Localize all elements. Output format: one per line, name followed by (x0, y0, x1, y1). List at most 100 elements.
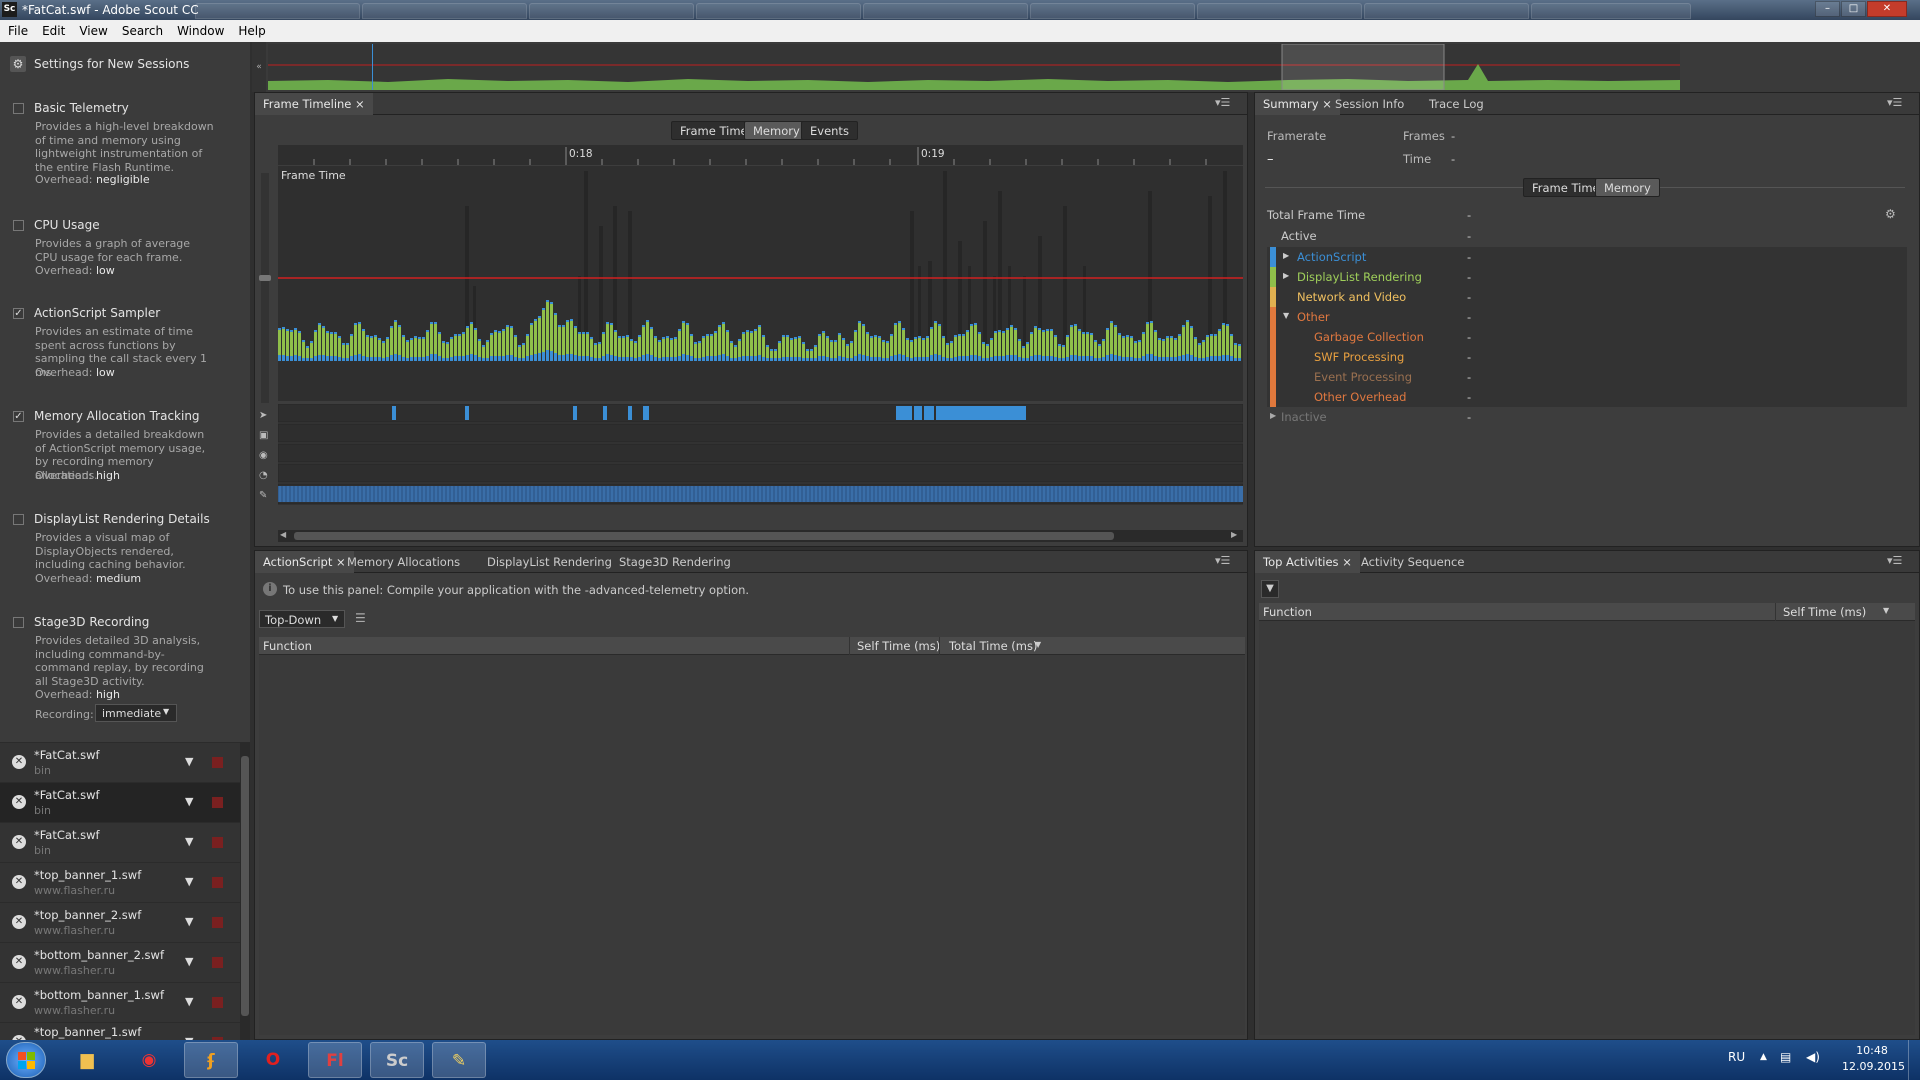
expand-arrow-icon[interactable]: ▶ (1270, 411, 1276, 420)
summary-row-swf-processing[interactable]: SWF Processing - (1267, 347, 1907, 367)
summary-row-event-processing[interactable]: Event Processing - (1267, 367, 1907, 387)
filter-icon[interactable]: ▼ (185, 875, 193, 888)
opera-icon[interactable]: O (246, 1042, 300, 1078)
session-item-selected[interactable]: ✕ *FatCat.swf bin ▼ (0, 782, 240, 822)
close-session-icon[interactable]: ✕ (12, 755, 26, 769)
zoom-slider-handle[interactable] (259, 275, 271, 281)
scout-icon[interactable]: Sc (370, 1042, 424, 1078)
close-button[interactable]: ✕ (1867, 1, 1907, 17)
tab-memory-allocations[interactable]: Memory Allocations (339, 551, 468, 573)
background-browser-tab[interactable] (1531, 3, 1691, 19)
record-indicator-icon[interactable] (212, 917, 223, 928)
volume-icon[interactable]: ◀) (1806, 1050, 1820, 1064)
menu-help[interactable]: Help (230, 20, 271, 38)
menu-view[interactable]: View (71, 20, 113, 38)
language-indicator[interactable]: RU (1728, 1050, 1745, 1064)
filter-icon[interactable]: ▼ (185, 955, 193, 968)
flash-professional-icon[interactable]: Fl (308, 1042, 362, 1078)
close-session-icon[interactable]: ✕ (12, 875, 26, 889)
mode-memory[interactable]: Memory (744, 121, 809, 140)
summary-mode-memory[interactable]: Memory (1595, 178, 1660, 197)
paint-icon[interactable]: ✎ (432, 1042, 486, 1078)
session-overview[interactable]: « (252, 42, 1920, 92)
tab-displaylist-rendering[interactable]: DisplayList Rendering (479, 551, 620, 573)
displaylist-rendering-checkbox[interactable] (13, 514, 24, 525)
background-browser-tab[interactable] (1030, 3, 1195, 19)
summary-row-network[interactable]: Network and Video - (1267, 287, 1907, 307)
stage3d-recording-checkbox[interactable] (13, 617, 24, 628)
close-session-icon[interactable]: ✕ (12, 835, 26, 849)
close-tab-icon[interactable]: × (1342, 555, 1352, 569)
scrollbar-thumb[interactable] (294, 532, 1114, 540)
sort-desc-icon[interactable]: ▼ (1035, 640, 1041, 649)
settings-header[interactable]: ⚙ Settings for New Sessions (0, 52, 250, 74)
show-desktop-button[interactable] (1908, 1040, 1920, 1080)
record-indicator-icon[interactable] (212, 797, 223, 808)
tab-session-info[interactable]: Session Info (1327, 93, 1412, 115)
summary-row-garbage-collection[interactable]: Garbage Collection - (1267, 327, 1907, 347)
session-item[interactable]: ✕ *FatCat.swf bin ▼ (0, 822, 240, 862)
flash-builder-icon[interactable]: ʄ (184, 1042, 238, 1078)
close-session-icon[interactable]: ✕ (12, 995, 26, 1009)
session-item[interactable]: ✕ *bottom_banner_2.swf www.flasher.ru ▼ (0, 942, 240, 982)
event-lanes[interactable] (278, 404, 1243, 506)
summary-row-other-overhead[interactable]: Other Overhead - (1267, 387, 1907, 407)
menu-window[interactable]: Window (169, 20, 230, 38)
mode-events[interactable]: Events (801, 121, 858, 140)
basic-telemetry-checkbox[interactable] (13, 103, 24, 114)
actionscript-sampler-checkbox[interactable]: ✓ (13, 308, 24, 319)
background-browser-tab[interactable] (1364, 3, 1529, 19)
filter-icon[interactable]: ▼ (185, 835, 193, 848)
summary-row-actionscript[interactable]: ▶ ActionScript - (1267, 247, 1907, 267)
explorer-icon[interactable]: ▆ (60, 1042, 114, 1078)
cpu-usage-checkbox[interactable] (13, 220, 24, 231)
filter-icon[interactable]: ▼ (185, 795, 193, 808)
background-browser-tab[interactable] (1197, 3, 1362, 19)
background-browser-tab[interactable] (696, 3, 861, 19)
menu-search[interactable]: Search (114, 20, 169, 38)
record-indicator-icon[interactable] (212, 997, 223, 1008)
column-self-time[interactable]: Self Time (ms) (857, 639, 940, 653)
list-options-icon[interactable]: ☰ (355, 611, 366, 625)
render-icon[interactable]: ✎ (259, 486, 273, 506)
filter-icon[interactable]: ▼ (185, 755, 193, 768)
session-item[interactable]: ✕ *top_banner_1.swf www.flasher.ru ▼ (0, 862, 240, 902)
scroll-right-icon[interactable]: ▶ (1231, 530, 1237, 539)
session-item[interactable]: ✕ *top_banner_1.swf ▼ (0, 1022, 240, 1040)
background-browser-tab[interactable] (362, 3, 527, 19)
settings-gear-icon[interactable]: ⚙ (1885, 207, 1896, 221)
expand-arrow-icon[interactable]: ▶ (1283, 251, 1289, 260)
tab-frame-timeline[interactable]: Frame Timeline × (255, 93, 373, 115)
collapse-panel-icon[interactable]: « (252, 42, 266, 92)
collapse-arrow-icon[interactable]: ▼ (1283, 311, 1289, 320)
close-session-icon[interactable]: ✕ (12, 795, 26, 809)
session-list-scrollbar[interactable] (240, 742, 250, 1040)
close-session-icon[interactable]: ✕ (12, 955, 26, 969)
tab-activity-sequence[interactable]: Activity Sequence (1353, 551, 1472, 573)
session-item[interactable]: ✕ *top_banner_2.swf www.flasher.ru ▼ (0, 902, 240, 942)
maximize-button[interactable]: □ (1841, 1, 1866, 17)
filter-icon[interactable]: ▼ (185, 995, 193, 1008)
frame-time-graph[interactable]: Frame Time (278, 166, 1243, 401)
sort-desc-icon[interactable]: ▼ (1883, 606, 1889, 615)
actionscript-icon[interactable]: ◉ (259, 446, 273, 466)
record-indicator-icon[interactable] (212, 757, 223, 768)
session-item[interactable]: ✕ *FatCat.swf bin ▼ (0, 742, 240, 782)
tab-trace-log[interactable]: Trace Log (1421, 93, 1492, 115)
cpu-icon[interactable]: ▣ (259, 426, 273, 446)
summary-row-displaylist[interactable]: ▶ DisplayList Rendering - (1267, 267, 1907, 287)
column-self-time[interactable]: Self Time (ms) (1783, 605, 1866, 619)
background-browser-tab[interactable] (195, 3, 360, 19)
record-indicator-icon[interactable] (212, 877, 223, 888)
minimize-button[interactable]: – (1815, 1, 1840, 17)
timeline-hscrollbar[interactable]: ◀ ▶ (278, 530, 1243, 542)
scroll-left-icon[interactable]: ◀ (280, 530, 286, 539)
clock[interactable]: 10:48 12.09.2015 (1842, 1044, 1905, 1073)
panel-menu-icon[interactable]: ▾☰ (1887, 96, 1902, 109)
expand-arrow-icon[interactable]: ▶ (1283, 271, 1289, 280)
view-mode-select[interactable]: Top-Down ▼ (259, 610, 345, 628)
network-icon[interactable]: ▤ (1780, 1050, 1791, 1064)
column-function[interactable]: Function (1263, 605, 1312, 619)
summary-row-other[interactable]: ▼ Other - (1267, 307, 1907, 327)
filter-icon[interactable]: ▼ (1261, 580, 1279, 598)
